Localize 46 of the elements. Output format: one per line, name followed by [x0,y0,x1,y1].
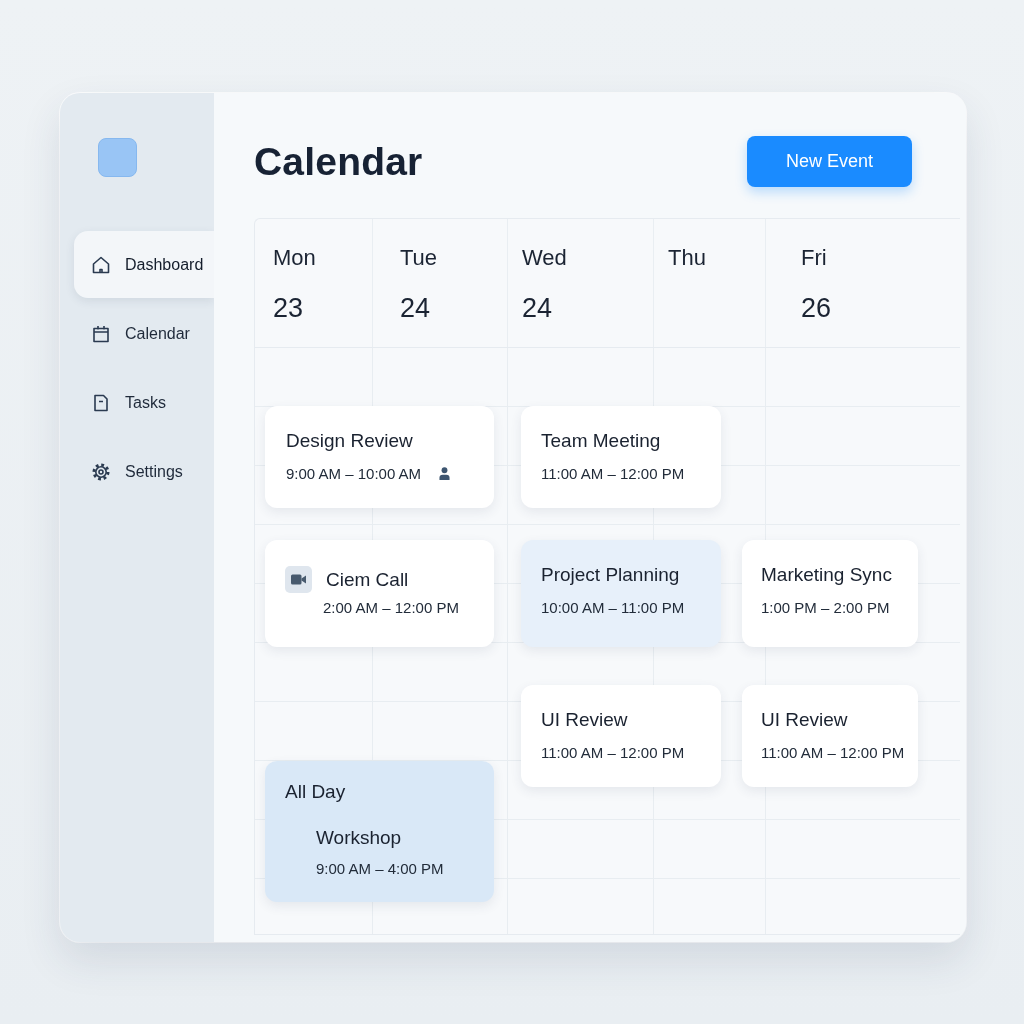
page-title: Calendar [254,139,423,184]
day-name: Fri [801,245,828,271]
sidebar-item[interactable]: Dashboard [74,231,214,298]
sidebar-item[interactable]: Tasks [74,369,214,436]
day-name: Wed [522,245,568,271]
day-name: Thu [668,245,707,271]
event-card[interactable]: UI Review 11:00 AM – 12:00 PM [521,685,721,787]
event-time: 1:00 PM – 2:00 PM [761,599,891,616]
settings-icon [91,461,111,482]
square-logo-icon [98,138,137,177]
document-icon [91,392,111,413]
person-icon [439,467,451,480]
event-card[interactable]: Project Planning 10:00 AM – 11:00 PM [521,540,721,647]
day-date: 24 [522,293,554,324]
video-camera-icon [285,566,312,593]
event-title: UI Review [541,709,629,731]
event-time: 9:00 AM – 4:00 PM [316,860,445,877]
event-title: Project Planning [541,564,681,586]
event-time: 9:00 AM – 10:00 AM [286,465,422,482]
event-title: Workshop [316,827,403,849]
day-date: 24 [400,293,432,324]
day-date: 26 [801,293,833,324]
event-card[interactable]: Ciem Call 2:00 AM – 12:00 PM [265,540,494,647]
day-name: Tue [400,245,439,271]
event-time: 11:00 AM – 12:00 PM [541,465,686,482]
event-title: Ciem Call [326,568,409,591]
event-time: 11:00 AM – 12:00 PM [541,744,686,761]
event-title: Marketing Sync [761,564,893,586]
sidebar-item[interactable]: Calendar [74,300,214,367]
event-card[interactable]: Team Meeting 11:00 AM – 12:00 PM [521,406,721,508]
event-card[interactable]: Marketing Sync 1:00 PM – 2:00 PM [742,540,918,647]
event-time: 2:00 AM – 12:00 PM [323,599,460,616]
event-title: UI Review [761,709,849,731]
day-date: 23 [273,293,305,324]
sidebar-item[interactable]: Settings [74,438,214,505]
event-card[interactable]: Design Review 9:00 AM – 10:00 AM [265,406,494,508]
event-time: 10:00 AM – 11:00 PM [541,599,686,616]
day-name: Mon [273,245,317,271]
event-card[interactable]: All Day Workshop 9:00 AM – 4:00 PM [265,761,494,902]
event-title: Team Meeting [541,430,662,452]
event-title: Design Review [286,430,414,452]
calendar-icon [91,323,111,344]
home-icon [91,254,111,275]
all-day-label: All Day [285,781,347,803]
event-card[interactable]: UI Review 11:00 AM – 12:00 PM [742,685,918,787]
event-time: 11:00 AM – 12:00 PM [761,744,906,761]
